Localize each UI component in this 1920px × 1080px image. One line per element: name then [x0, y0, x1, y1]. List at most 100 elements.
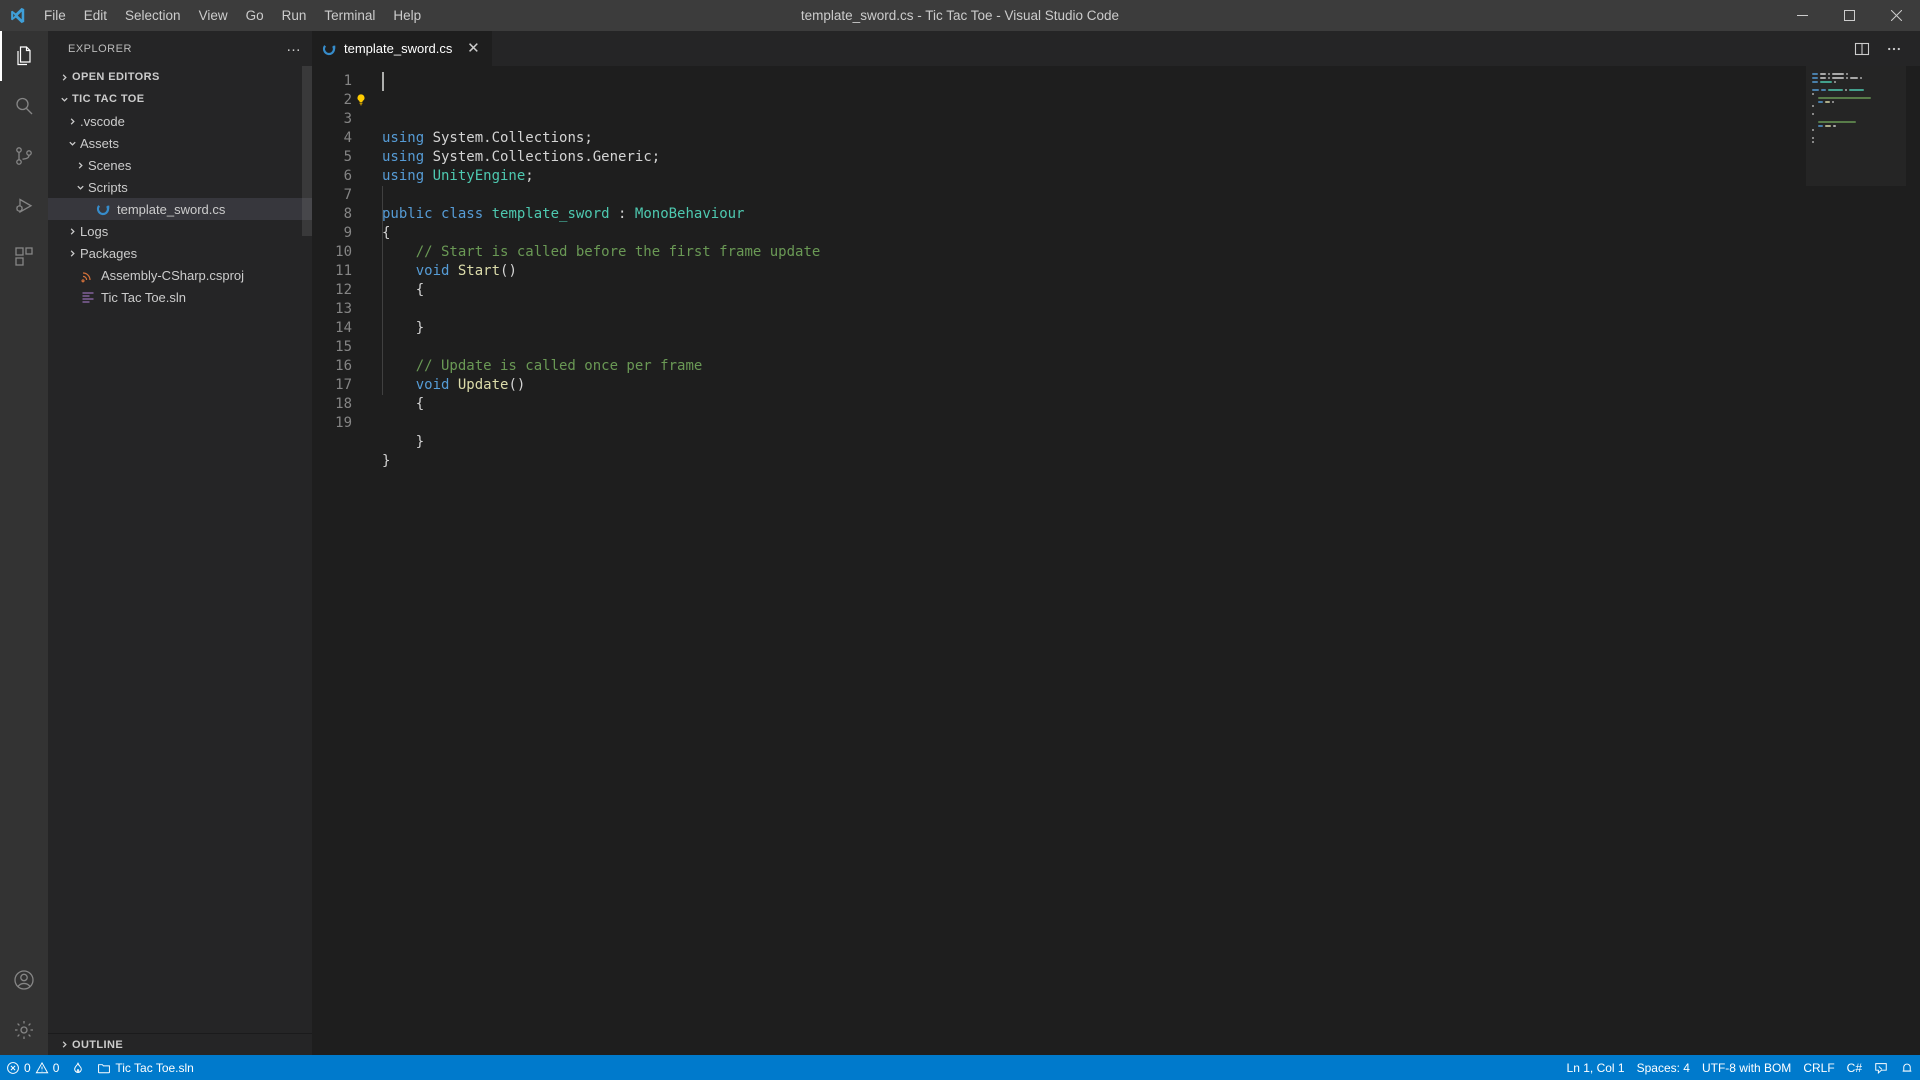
section-outline[interactable]: OUTLINE — [48, 1033, 312, 1055]
minimap-token — [1812, 141, 1814, 143]
status-solution[interactable]: Tic Tac Toe.sln — [91, 1055, 199, 1080]
tree-item-logs[interactable]: Logs — [48, 220, 312, 242]
section-folder[interactable]: TIC TAC TOE — [48, 88, 312, 110]
tree-item-scenes[interactable]: Scenes — [48, 154, 312, 176]
menu-item-file[interactable]: File — [35, 0, 75, 31]
menu-item-run[interactable]: Run — [273, 0, 316, 31]
activitybar-search[interactable] — [0, 81, 48, 131]
split-editor-right-icon[interactable] — [1848, 35, 1876, 63]
folder-icon — [97, 1061, 111, 1075]
minimap-token — [1812, 89, 1819, 91]
csproj-file-icon — [80, 267, 96, 283]
code-line: } — [382, 433, 820, 452]
tab-close-icon[interactable]: ✕ — [464, 40, 482, 58]
code-lines[interactable]: using System.Collections;using System.Co… — [374, 72, 820, 1055]
activitybar-run-and-debug[interactable] — [0, 181, 48, 231]
chevron-down-icon — [56, 91, 72, 107]
editor-scrollbar[interactable] — [1906, 66, 1920, 1055]
minimap-token — [1832, 77, 1844, 79]
error-icon — [6, 1061, 20, 1075]
maximize-button[interactable] — [1826, 0, 1873, 31]
minimap-token — [1860, 77, 1862, 79]
menu-item-edit[interactable]: Edit — [75, 0, 116, 31]
status-problems[interactable]: 0 0 — [0, 1055, 65, 1080]
section-folder-label: TIC TAC TOE — [72, 93, 144, 105]
activitybar-accounts[interactable] — [0, 955, 48, 1005]
menu-item-terminal[interactable]: Terminal — [315, 0, 384, 31]
status-line-ending[interactable]: CRLF — [1797, 1055, 1840, 1080]
line-number: 8 — [312, 205, 352, 224]
cursor-position-text: Ln 1, Col 1 — [1567, 1061, 1625, 1075]
code-token-plain — [382, 358, 416, 374]
status-notifications[interactable] — [1894, 1055, 1920, 1080]
error-count: 0 — [24, 1061, 31, 1075]
activitybar-explorer[interactable] — [0, 31, 48, 81]
menu-item-view[interactable]: View — [190, 0, 237, 31]
code-token-type: template_sword — [492, 206, 610, 222]
line-number: 16 — [312, 357, 352, 376]
chevron-right-icon — [64, 223, 80, 239]
minimap-token — [1820, 73, 1827, 75]
status-indentation[interactable]: Spaces: 4 — [1631, 1055, 1696, 1080]
activitybar-manage-gear-icon[interactable] — [0, 1005, 48, 1055]
code-line — [382, 414, 820, 433]
line-ending-text: CRLF — [1803, 1061, 1834, 1075]
section-open-editors[interactable]: OPEN EDITORS — [48, 66, 312, 88]
flame-icon — [71, 1061, 85, 1075]
code-token-plain: } — [382, 434, 424, 450]
status-language-mode[interactable]: C# — [1841, 1055, 1868, 1080]
more-actions-icon[interactable] — [1880, 35, 1908, 63]
code-token-type: UnityEngine — [433, 168, 526, 184]
line-number: 13 — [312, 300, 352, 319]
menu-item-go[interactable]: Go — [237, 0, 273, 31]
code-token-plain: { — [382, 282, 424, 298]
status-encoding[interactable]: UTF-8 with BOM — [1696, 1055, 1797, 1080]
code-line: // Start is called before the first fram… — [382, 243, 820, 262]
tree-item-label: template_sword.cs — [117, 202, 225, 217]
sidebar-scrollbar[interactable] — [302, 66, 312, 236]
status-feedback[interactable] — [1868, 1055, 1894, 1080]
status-unity-attach[interactable] — [65, 1055, 91, 1080]
code-token-kw: void — [416, 377, 458, 393]
tree-item-assets[interactable]: Assets — [48, 132, 312, 154]
code-line: { — [382, 281, 820, 300]
sidebar-more-actions-icon[interactable]: … — [286, 43, 302, 55]
code-token-kw: using — [382, 130, 433, 146]
tree-item-label: Scripts — [88, 180, 128, 195]
tree-item-vscode[interactable]: .vscode — [48, 110, 312, 132]
line-number-gutter: 12345678910111213141516171819 — [312, 72, 374, 1055]
chevron-right-icon — [64, 113, 80, 129]
tree-item-label: .vscode — [80, 114, 125, 129]
status-cursor-position[interactable]: Ln 1, Col 1 — [1561, 1055, 1631, 1080]
activitybar-source-control[interactable] — [0, 131, 48, 181]
code-token-plain: ; — [584, 130, 592, 146]
code-line: using UnityEngine; — [382, 167, 820, 186]
activitybar-extensions[interactable] — [0, 231, 48, 281]
tree-item-tic-tac-toe-sln[interactable]: Tic Tac Toe.sln — [48, 286, 312, 308]
tree-item-template-sword-cs[interactable]: template_sword.cs — [48, 198, 312, 220]
code-token-plain: () — [500, 263, 517, 279]
code-line — [382, 300, 820, 319]
tree-item-scripts[interactable]: Scripts — [48, 176, 312, 198]
sidebar-header: EXPLORER … — [48, 31, 312, 66]
minimap-token — [1812, 77, 1818, 79]
code-token-plain: ; — [652, 149, 660, 165]
title-bar: FileEditSelectionViewGoRunTerminalHelp t… — [0, 0, 1920, 31]
code-token-method: Start — [458, 263, 500, 279]
tree-item-packages[interactable]: Packages — [48, 242, 312, 264]
menu-item-selection[interactable]: Selection — [116, 0, 190, 31]
close-button[interactable] — [1873, 0, 1920, 31]
tree-item-assembly-csharp-csproj[interactable]: Assembly-CSharp.csproj — [48, 264, 312, 286]
lightbulb-quickfix-icon[interactable] — [354, 93, 368, 108]
code-line — [382, 186, 820, 205]
minimap[interactable] — [1806, 66, 1906, 1055]
solution-file-icon — [80, 289, 96, 305]
code-token-method: Update — [458, 377, 509, 393]
section-open-editors-label: OPEN EDITORS — [72, 71, 160, 83]
code-editor[interactable]: 12345678910111213141516171819 using Syst… — [312, 66, 1920, 1055]
menu-item-help[interactable]: Help — [384, 0, 430, 31]
tab-template_sword-cs[interactable]: template_sword.cs ✕ — [312, 31, 493, 66]
status-bar-left: 0 0 Tic Tac Toe.sln — [0, 1055, 200, 1080]
chevron-down-icon — [72, 179, 88, 195]
minimize-button[interactable] — [1779, 0, 1826, 31]
